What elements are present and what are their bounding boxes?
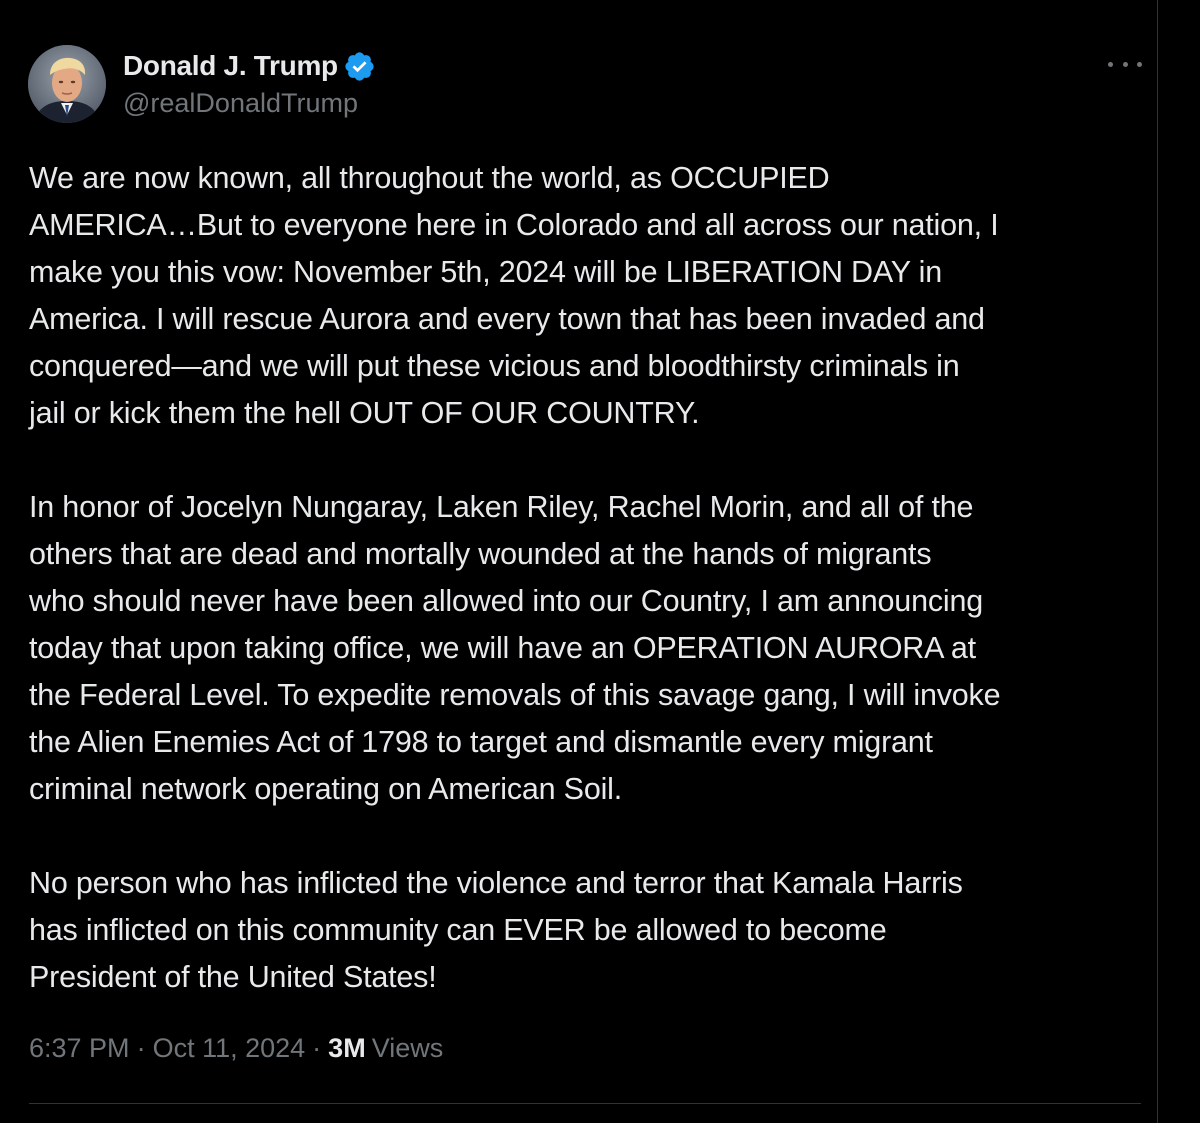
meta-separator: · bbox=[312, 1033, 322, 1063]
more-options-ellipsis-icon[interactable] bbox=[1108, 52, 1142, 76]
views-label: Views bbox=[371, 1033, 444, 1063]
tweet-article: Donald J. Trump @realDonaldTrump We are … bbox=[0, 0, 1158, 1123]
meta-separator: · bbox=[136, 1033, 146, 1063]
dot-icon bbox=[1137, 61, 1142, 67]
tweet-text: We are now known, all throughout the wor… bbox=[29, 155, 1139, 1001]
author-display-name[interactable]: Donald J. Trump bbox=[123, 50, 338, 82]
tweet-timestamp-date[interactable]: Oct 11, 2024 bbox=[153, 1033, 306, 1064]
tweet-metadata: 6:37 PM · Oct 11, 2024 · 3M Views bbox=[29, 1033, 443, 1064]
dot-icon bbox=[1122, 61, 1128, 67]
tweet-timestamp-time[interactable]: 6:37 PM bbox=[29, 1033, 130, 1064]
divider bbox=[29, 1103, 1141, 1104]
dot-icon bbox=[1108, 61, 1113, 67]
avatar-image bbox=[28, 45, 106, 123]
author-handle[interactable]: @realDonaldTrump bbox=[123, 88, 358, 119]
tweet-paragraph-1: We are now known, all throughout the wor… bbox=[29, 161, 999, 430]
views-count[interactable]: 3M bbox=[328, 1033, 366, 1064]
verified-badge-icon[interactable] bbox=[343, 50, 376, 83]
tweet-paragraph-2: In honor of Jocelyn Nungaray, Laken Rile… bbox=[29, 490, 1001, 806]
tweet-paragraph-3: No person who has inflicted the violence… bbox=[29, 866, 963, 994]
author-avatar[interactable] bbox=[28, 45, 106, 123]
author-name-row: Donald J. Trump bbox=[123, 46, 376, 86]
